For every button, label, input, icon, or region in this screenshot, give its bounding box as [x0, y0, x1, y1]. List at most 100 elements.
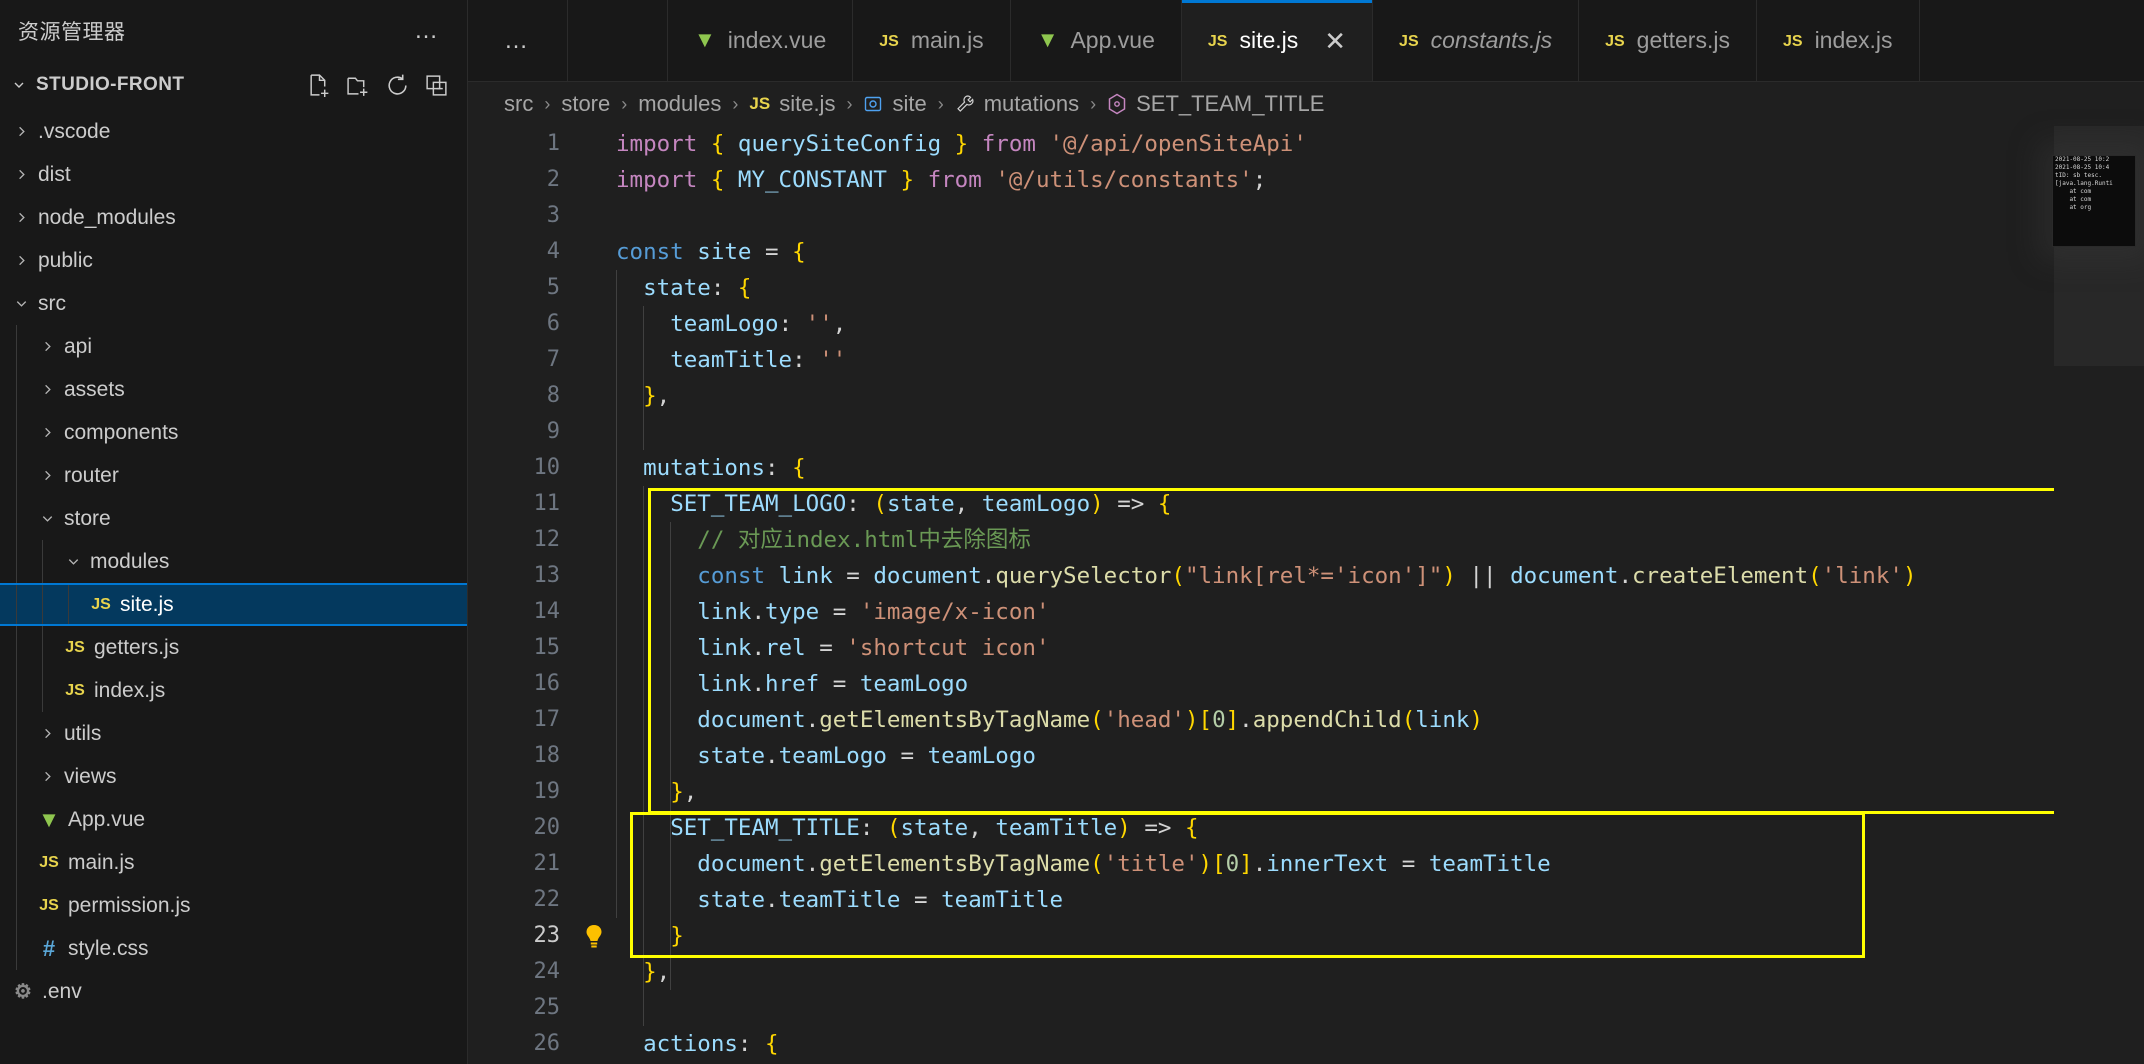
tab-index-vue[interactable]: ▼ index.vue	[668, 0, 854, 81]
code-editor[interactable]: 1 2 3 4 5 6 7 8 9 10 11 12 13 14 15 16 17 18 19 20 21 22 23 24 2…	[468, 126, 2144, 1064]
breadcrumb-item-site[interactable]: site	[863, 91, 927, 117]
breadcrumb-item-set_team_title[interactable]: SET_TEAM_TITLE	[1107, 91, 1324, 117]
tree-item-label: views	[64, 764, 117, 788]
chevron-right-icon	[32, 425, 62, 440]
editor-tab-bar[interactable]: … ▼ index.vue JS main.js ▼ App.vue JS site.js ✕ JS…	[468, 0, 2144, 82]
breadcrumb-item-modules[interactable]: modules	[638, 91, 721, 117]
explorer-more-actions-icon[interactable]: …	[414, 19, 441, 43]
chevron-down-icon	[8, 77, 30, 93]
tree-item-dist[interactable]: dist	[0, 153, 467, 196]
vscode-window: 资源管理器 … STUDIO-FRONT .vscode dist node_m…	[0, 0, 2144, 1064]
line-number: 23	[533, 923, 561, 948]
line-number: 22	[533, 887, 561, 912]
chevron-right-icon	[6, 253, 36, 268]
tree-item-utils[interactable]: utils	[0, 712, 467, 755]
new-file-icon[interactable]	[307, 73, 332, 98]
file-tree[interactable]: .vscode dist node_modulespublic src api asset…	[0, 108, 467, 1064]
chevron-right-icon	[32, 468, 62, 483]
chevron-right-icon	[6, 167, 36, 182]
breadcrumb-item-site-js[interactable]: JS site.js	[749, 91, 835, 117]
tree-item-label: src	[38, 291, 66, 315]
tree-item-label: node_modules	[38, 205, 176, 229]
tree-item-main-js[interactable]: JS main.js	[0, 841, 467, 884]
js-file-icon: JS	[1399, 32, 1419, 50]
log-line: [java.lang.Runti	[2055, 180, 2113, 187]
tree-item-components[interactable]: components	[0, 411, 467, 454]
tree-item-label: App.vue	[68, 807, 146, 831]
tree-item-label: dist	[38, 162, 71, 186]
tab-label: index.vue	[727, 27, 827, 53]
tab-label: site.js	[1239, 27, 1299, 53]
tab-label: main.js	[910, 27, 984, 53]
tree-item-site-js[interactable]: JS site.js	[0, 583, 467, 626]
line-number: 6	[546, 311, 560, 336]
log-line: at com	[2055, 196, 2092, 203]
tree-item-label: assets	[64, 377, 125, 401]
new-folder-icon[interactable]	[346, 73, 371, 98]
breadcrumb-label: mutations	[983, 91, 1080, 116]
breadcrumb-separator: ›	[621, 93, 628, 114]
tab-index-js[interactable]: JS index.js	[1756, 0, 1920, 81]
tab-app-vue[interactable]: ▼ App.vue	[1010, 0, 1182, 81]
js-file-icon: JS	[65, 638, 85, 656]
breadcrumb[interactable]: src › store › modules › JS site.js › site › mutatio…	[468, 82, 2144, 126]
workspace-name: STUDIO-FRONT	[36, 74, 185, 95]
tree-item-permission-js[interactable]: JS permission.js	[0, 884, 467, 927]
tree-item-index-js[interactable]: JS index.js	[0, 669, 467, 712]
tree-item-router[interactable]: router	[0, 454, 467, 497]
tree-item-label: components	[64, 420, 179, 444]
method-symbol-icon	[955, 94, 975, 114]
tree-item-src[interactable]: src	[0, 282, 467, 325]
line-number: 5	[546, 275, 560, 300]
tab-main-js[interactable]: JS main.js	[853, 0, 1011, 81]
chevron-down-icon	[58, 554, 88, 569]
tree-item-style-css[interactable]: # style.css	[0, 927, 467, 970]
line-number: 10	[533, 455, 561, 480]
line-number: 9	[546, 419, 560, 444]
file-icon: #	[32, 936, 66, 962]
tab-empty[interactable]	[568, 0, 668, 81]
tree-item-public[interactable]: public	[0, 239, 467, 282]
tab-close-icon[interactable]: ✕	[1324, 28, 1346, 54]
highlight-overlay-layer	[608, 126, 2054, 1064]
tree-item-app-vue[interactable]: ▼ App.vue	[0, 798, 467, 841]
breadcrumb-item-store[interactable]: store	[561, 91, 610, 117]
log-line: 2021-08-25 10:2	[2055, 156, 2110, 163]
lightbulb-quickfix-icon[interactable]	[584, 924, 604, 950]
refresh-icon[interactable]	[385, 73, 410, 98]
tree-item-node-modules[interactable]: node_modules	[0, 196, 467, 239]
log-line: at com	[2055, 188, 2092, 195]
workspace-folder-row[interactable]: STUDIO-FRONT	[0, 62, 467, 108]
tree-item-api[interactable]: api	[0, 325, 467, 368]
tab-getters-js[interactable]: JS getters.js	[1579, 0, 1757, 81]
tree-item-store[interactable]: store	[0, 497, 467, 540]
tree-item-assets[interactable]: assets	[0, 368, 467, 411]
tree-item-getters-js[interactable]: JS getters.js	[0, 626, 467, 669]
tab-overflow-icon[interactable]: …	[468, 0, 568, 81]
tree-item--env[interactable]: ⚙ .env	[0, 970, 467, 1013]
log-popup-overlay[interactable]: 2021-08-25 10:2 2021-08-25 10:4 tID: sb te…	[2052, 155, 2136, 247]
tab-constants-js[interactable]: JS constants.js	[1373, 0, 1580, 81]
log-line: at org	[2055, 204, 2092, 211]
tree-item-label: api	[64, 334, 93, 358]
breadcrumb-separator: ›	[937, 93, 944, 114]
code-content[interactable]: import { querySiteConfig } from '@/api/o…	[608, 126, 2054, 1064]
tree-item-modules[interactable]: modules	[0, 540, 467, 583]
line-number: 16	[533, 671, 561, 696]
tree-item--vscode[interactable]: .vscode	[0, 110, 467, 153]
tab-site-js[interactable]: JS site.js ✕	[1181, 0, 1374, 81]
breadcrumb-item-mutations[interactable]: mutations	[955, 91, 1079, 117]
file-icon: JS	[32, 897, 66, 915]
collapse-all-icon[interactable]	[424, 73, 449, 98]
line-number: 13	[533, 563, 561, 588]
line-number: 15	[533, 635, 561, 660]
tree-item-label: getters.js	[94, 635, 180, 659]
js-file-icon: JS	[39, 896, 59, 914]
line-number: 26	[533, 1031, 561, 1056]
tree-item-views[interactable]: views	[0, 755, 467, 798]
breadcrumb-item-src[interactable]: src	[504, 91, 533, 117]
line-number: 21	[533, 851, 561, 876]
tree-item-label: site.js	[120, 592, 174, 616]
minimap[interactable]	[2054, 126, 2144, 1064]
line-number: 8	[546, 383, 560, 408]
